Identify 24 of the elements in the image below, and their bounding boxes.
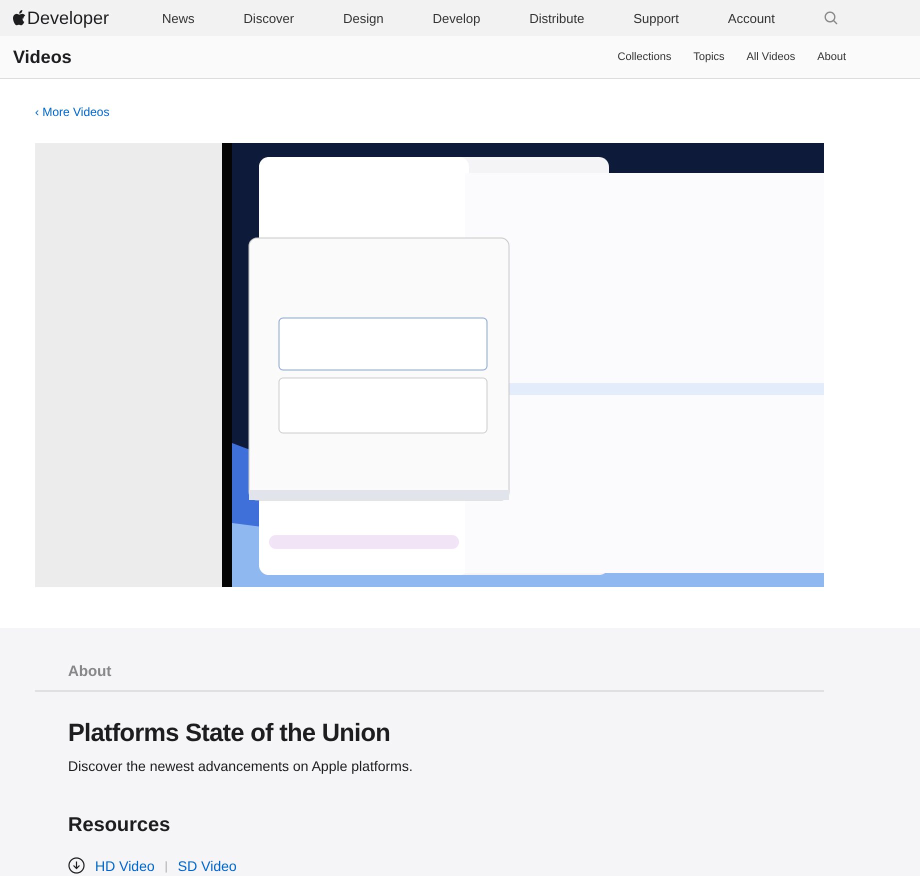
search-icon[interactable]	[824, 11, 838, 25]
subnav-link[interactable]: Collections	[618, 51, 672, 63]
link-separator: |	[164, 858, 168, 872]
subnav-link[interactable]: Topics	[693, 51, 725, 63]
about-heading: About	[35, 628, 824, 692]
subnav-link[interactable]: All Videos	[746, 51, 796, 63]
nav-link[interactable]: Discover	[244, 10, 294, 26]
subnav-link[interactable]: About	[817, 51, 846, 63]
section-title: Videos	[13, 46, 73, 68]
download-link[interactable]: HD Video	[95, 858, 155, 874]
nav-link[interactable]: Develop	[432, 10, 480, 26]
nav-link[interactable]: News	[162, 10, 195, 26]
apple-logo-icon[interactable]	[12, 10, 26, 26]
nav-link[interactable]: Support	[633, 10, 679, 26]
video-title: Platforms State of the Union	[68, 719, 392, 748]
video-description: Discover the newest advancements on Apple platforms.	[68, 758, 414, 774]
back-link[interactable]: ‹ More Videos	[35, 105, 110, 119]
nav-link[interactable]: Account	[728, 10, 775, 26]
download-link[interactable]: SD Video	[178, 858, 237, 874]
brand-name[interactable]: Developer	[27, 8, 110, 28]
nav-link[interactable]: Design	[343, 10, 384, 26]
resources-heading: Resources	[68, 814, 172, 837]
nav-link[interactable]: Distribute	[529, 10, 584, 26]
download-icon[interactable]	[68, 857, 85, 874]
